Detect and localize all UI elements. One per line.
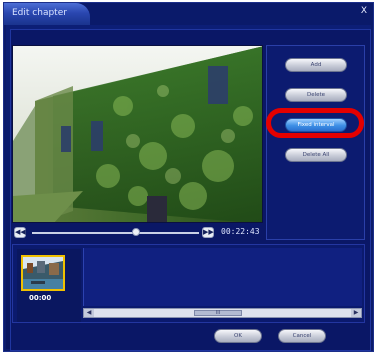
add-chapter-button[interactable]: Add [285,58,347,72]
title-tab: Edit chapter [4,3,90,25]
skip-forward-icon[interactable]: ▶▶ [202,227,214,238]
current-timecode: 00:22:43 [221,227,260,236]
video-preview [12,45,263,223]
scroll-thumb[interactable]: III [194,310,242,316]
chapter-strip [83,248,362,306]
close-icon[interactable]: X [358,5,370,17]
ok-button[interactable]: OK [214,329,262,343]
delete-all-button[interactable]: Delete All [285,148,347,162]
seek-track[interactable] [32,232,199,234]
chapter-thumbnail[interactable]: 00:00 [17,249,81,322]
scroll-right-icon[interactable]: ▶ [351,309,361,317]
horizontal-scrollbar[interactable]: ◀ III ▶ [83,308,362,318]
highlight-ring [266,108,364,138]
chapter-time: 00:00 [29,294,52,302]
seek-bar: ◀◀ ▶▶ 00:22:43 [12,226,263,240]
cancel-button[interactable]: Cancel [278,329,326,343]
chapter-thumbnail-image [21,255,65,291]
video-frame-image [13,46,262,222]
delete-chapter-button[interactable]: Delete [285,88,347,102]
window-title: Edit chapter [12,8,67,18]
scroll-left-icon[interactable]: ◀ [84,309,94,317]
chapter-timeline: 00:00 ◀ III ▶ [12,244,365,323]
chapter-actions-panel: Add Delete Fixed interval Delete All [266,45,365,240]
skip-back-icon[interactable]: ◀◀ [14,227,26,238]
seek-handle[interactable] [131,228,140,236]
title-bar: Edit chapter X [4,3,373,25]
